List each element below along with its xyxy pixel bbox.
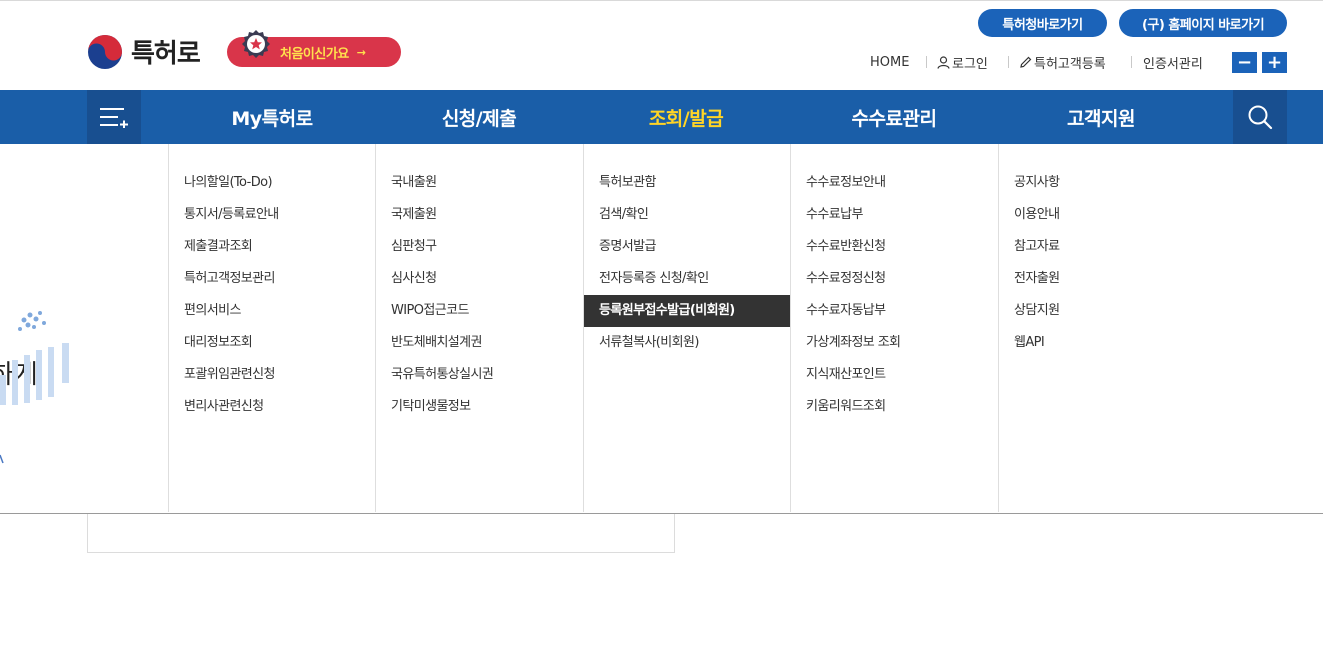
menu-item[interactable]: 변리사관련신청	[169, 391, 376, 423]
menu-item[interactable]: 서류철복사(비회원)	[584, 327, 791, 359]
tab-inquiry-issue[interactable]: 조회/발급	[614, 90, 758, 144]
background-card	[87, 508, 675, 553]
global-nav-bar: My특허로 신청/제출 조회/발급 수수료관리 고객지원	[0, 90, 1323, 144]
kipo-shortcut-button[interactable]: 특허청바로가기	[978, 9, 1107, 37]
pencil-icon	[1020, 56, 1032, 68]
util-divider	[926, 56, 927, 68]
menu-item[interactable]: 국제출원	[376, 199, 584, 231]
site-logo[interactable]: 특허로	[87, 33, 201, 70]
menu-list-plus-icon	[100, 108, 128, 128]
search-icon	[1248, 105, 1273, 130]
util-divider	[1008, 56, 1009, 68]
register-link[interactable]: 특허고객등록	[1019, 53, 1106, 72]
menu-item[interactable]: 전자등록증 신청/확인	[584, 263, 791, 295]
menu-item[interactable]: 웹API	[999, 327, 1206, 359]
util-divider	[1131, 56, 1132, 68]
search-button[interactable]	[1233, 90, 1287, 144]
old-homepage-button[interactable]: (구) 홈페이지 바로가기	[1119, 9, 1287, 37]
menu-item[interactable]: 특허보관함	[584, 167, 791, 199]
menu-item[interactable]: WIPO접근코드	[376, 295, 584, 327]
menu-item[interactable]: 대리정보조회	[169, 327, 376, 359]
register-link-label: 특허고객등록	[1034, 56, 1106, 72]
menu-item[interactable]: 통지서/등록료안내	[169, 199, 376, 231]
menu-item[interactable]: 수수료반환신청	[791, 231, 999, 263]
tab-fee-management[interactable]: 수수료관리	[822, 90, 966, 144]
all-menu-button[interactable]	[87, 90, 141, 144]
arrow-right-icon: →	[356, 45, 366, 59]
menu-item[interactable]: 편의서비스	[169, 295, 376, 327]
menu-item[interactable]: 반도체배치설계권	[376, 327, 584, 359]
tab-apply-submit[interactable]: 신청/제출	[407, 90, 551, 144]
home-link-label: HOME	[870, 54, 910, 70]
menu-item[interactable]: 국내출원	[376, 167, 584, 199]
menu-item[interactable]: 증명서발급	[584, 231, 791, 263]
menu-item[interactable]: 수수료정정신청	[791, 263, 999, 295]
menu-item[interactable]: 참고자료	[999, 231, 1206, 263]
menu-column-apply-submit: 국내출원 국제출원 심판청구 심사신청 WIPO접근코드 반도체배치설계권 국유…	[375, 144, 584, 512]
menu-column-customer-support: 공지사항 이용안내 참고자료 전자출원 상담지원 웹API	[998, 144, 1206, 512]
menu-item[interactable]: 가상계좌정보 조회	[791, 327, 999, 359]
menu-item[interactable]: 전자출원	[999, 263, 1206, 295]
first-visit-label: 처음이신가요	[280, 46, 349, 62]
menu-item[interactable]: 수수료정보안내	[791, 167, 999, 199]
top-border	[0, 0, 1323, 4]
mega-menu-panel: 하게 나의할일(To-Do) 통지서/등록료안내 제출결과조회 특허고객정보관리…	[0, 144, 1323, 514]
font-increase-button[interactable]: +	[1262, 52, 1287, 73]
menu-item[interactable]: 수수료자동납부	[791, 295, 999, 327]
menu-item[interactable]: 키움리워드조회	[791, 391, 999, 423]
person-icon	[937, 55, 950, 69]
menu-item[interactable]: 이용안내	[999, 199, 1206, 231]
menu-column-inquiry-issue: 특허보관함 검색/확인 증명서발급 전자등록증 신청/확인 등록원부접수발급(비…	[583, 144, 791, 512]
menu-item-highlighted[interactable]: 등록원부접수발급(비회원)	[584, 295, 791, 327]
home-link[interactable]: HOME	[870, 53, 909, 71]
menu-item[interactable]: 상담지원	[999, 295, 1206, 327]
logo-text: 특허로	[131, 39, 201, 69]
login-link[interactable]: 로그인	[937, 53, 988, 72]
font-decrease-button[interactable]: −	[1232, 52, 1257, 73]
menu-item[interactable]: 제출결과조회	[169, 231, 376, 263]
certificate-link-label: 인증서관리	[1143, 56, 1203, 72]
menu-item[interactable]: 검색/확인	[584, 199, 791, 231]
menu-item[interactable]: 국유특허통상실시권	[376, 359, 584, 391]
medal-star-icon	[242, 30, 270, 58]
menu-item[interactable]: 심판청구	[376, 231, 584, 263]
menu-column-fee-management: 수수료정보안내 수수료납부 수수료반환신청 수수료정정신청 수수료자동납부 가상…	[790, 144, 999, 512]
menu-item[interactable]: 공지사항	[999, 167, 1206, 199]
menu-item[interactable]: 심사신청	[376, 263, 584, 295]
first-visit-button[interactable]: 처음이신가요 →	[227, 30, 401, 67]
background-illustration	[0, 311, 69, 464]
certificate-link[interactable]: 인증서관리	[1143, 53, 1203, 72]
tab-my-patent[interactable]: My특허로	[200, 90, 344, 144]
login-link-label: 로그인	[952, 56, 988, 72]
menu-item[interactable]: 나의할일(To-Do)	[169, 167, 376, 199]
taegeuk-emblem-icon	[88, 34, 122, 69]
menu-item[interactable]: 포괄위임관련신청	[169, 359, 376, 391]
menu-item[interactable]: 기탁미생물정보	[376, 391, 584, 423]
menu-column-my-patent: 나의할일(To-Do) 통지서/등록료안내 제출결과조회 특허고객정보관리 편의…	[168, 144, 376, 512]
menu-item[interactable]: 지식재산포인트	[791, 359, 999, 391]
menu-item[interactable]: 수수료납부	[791, 199, 999, 231]
tab-customer-support[interactable]: 고객지원	[1029, 90, 1173, 144]
menu-item[interactable]: 특허고객정보관리	[169, 263, 376, 295]
